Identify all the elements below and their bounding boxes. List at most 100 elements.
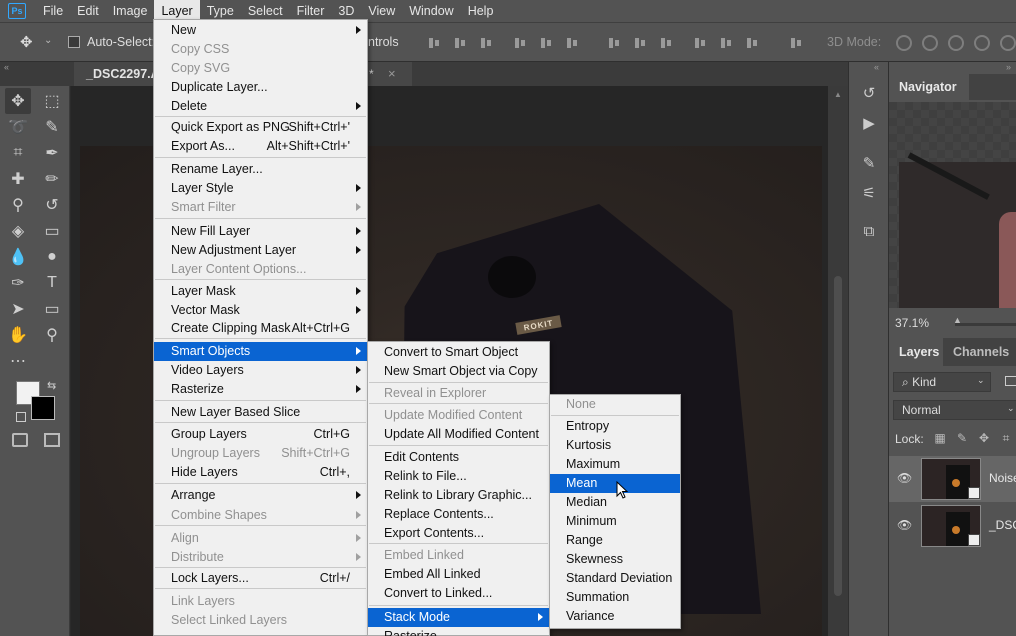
menu-item-mean[interactable]: Mean — [550, 474, 680, 493]
align-top-icon[interactable] — [427, 36, 441, 50]
3d-roll-icon[interactable] — [922, 35, 938, 51]
3d-panel-icon[interactable]: ⧉ — [859, 222, 879, 240]
scrollbar-thumb[interactable] — [834, 276, 842, 596]
menu-file[interactable]: File — [36, 0, 70, 22]
background-color-swatch[interactable] — [31, 396, 55, 420]
brush-settings-icon[interactable]: ✎ — [859, 154, 879, 172]
brush-icon[interactable]: ✏ — [39, 166, 65, 192]
adjustments-panel-icon[interactable]: ⚟ — [859, 184, 879, 202]
lock-position-icon[interactable]: ✥ — [977, 431, 991, 445]
filter-pixel-layers-icon[interactable] — [1005, 376, 1016, 386]
layer-row[interactable]: 👁 Noise — [889, 456, 1016, 502]
lock-artboard-icon[interactable]: ⌗ — [999, 431, 1013, 445]
menu-item-variance[interactable]: Variance — [550, 607, 680, 626]
menu-image[interactable]: Image — [106, 0, 155, 22]
menu-help[interactable]: Help — [461, 0, 501, 22]
3d-pan-icon[interactable] — [948, 35, 964, 51]
lock-image-pixels-icon[interactable]: ✎ — [955, 431, 969, 445]
quick-selection-icon[interactable]: ✎ — [39, 114, 65, 140]
menu-item-rasterize[interactable]: Rasterize — [368, 627, 549, 636]
screen-mode-icon[interactable] — [44, 433, 60, 447]
navigator-zoom-slider[interactable] — [955, 323, 1016, 326]
menu-item-convert-to-smart-object[interactable]: Convert to Smart Object — [368, 343, 549, 362]
clone-stamp-icon[interactable]: ⚲ — [5, 192, 31, 218]
tab-navigator[interactable]: Navigator — [889, 74, 969, 100]
visibility-eye-icon[interactable]: 👁 — [897, 471, 912, 485]
zoom-icon[interactable]: ⚲ — [39, 322, 65, 348]
menu-item-skewness[interactable]: Skewness — [550, 550, 680, 569]
lock-transparent-pixels-icon[interactable]: ▦ — [933, 431, 947, 445]
menu-item-entropy[interactable]: Entropy — [550, 417, 680, 436]
eraser-icon[interactable]: ◈ — [5, 218, 31, 244]
menu-item-new-smart-object-via-copy[interactable]: New Smart Object via Copy — [368, 362, 549, 381]
layer-name[interactable]: _DSC — [989, 518, 1016, 532]
chevron-down-icon[interactable]: ⌄ — [44, 35, 52, 46]
chevron-down-icon[interactable]: ⌄ — [1007, 403, 1015, 414]
collapse-panels-icon[interactable]: » — [1006, 62, 1011, 72]
menu-item-relink-to-file[interactable]: Relink to File... — [368, 467, 549, 486]
dodge-icon[interactable]: ● — [39, 244, 65, 270]
distribute-right-icon[interactable] — [745, 36, 759, 50]
menu-item-range[interactable]: Range — [550, 531, 680, 550]
layer-row[interactable]: 👁 _DSC — [889, 503, 1016, 549]
actions-panel-icon[interactable]: ▶ — [859, 114, 879, 132]
default-colors-icon[interactable] — [16, 412, 26, 422]
layer-name[interactable]: Noise — [989, 471, 1016, 485]
chevron-down-icon[interactable]: ⌄ — [977, 375, 985, 386]
hand-icon[interactable]: ✋ — [5, 322, 31, 348]
navigator-zoom-value[interactable]: 37.1% — [895, 316, 929, 330]
menu-item-stack-mode[interactable]: Stack Mode — [368, 608, 549, 627]
lasso-icon[interactable]: ➰ — [5, 114, 31, 140]
move-tool-icon[interactable]: ✥ — [5, 88, 31, 114]
menu-item-maximum[interactable]: Maximum — [550, 455, 680, 474]
menu-item-video-layers[interactable]: Video Layers — [154, 361, 367, 380]
align-bottom-icon[interactable] — [479, 36, 493, 50]
menu-item-quick-export-as-png[interactable]: Quick Export as PNG Shift+Ctrl+' — [154, 118, 367, 137]
3d-scale-icon[interactable] — [1000, 35, 1016, 51]
auto-align-layers-icon[interactable] — [789, 36, 803, 50]
move-tool-icon[interactable]: ✥ — [20, 35, 36, 51]
menu-item-new-adjustment-layer[interactable]: New Adjustment Layer — [154, 241, 367, 260]
crop-icon[interactable]: ⌗ — [5, 140, 31, 166]
close-tab-icon[interactable]: × — [388, 66, 396, 81]
menu-item-create-clipping-mask[interactable]: Create Clipping Mask Alt+Ctrl+G — [154, 319, 367, 338]
pen-icon[interactable]: ✑ — [5, 270, 31, 296]
type-tool-icon[interactable]: T — [39, 270, 65, 296]
menu-item-arrange[interactable]: Arrange — [154, 486, 367, 505]
tab-layers[interactable]: Layers — [889, 338, 943, 366]
menu-item-delete[interactable]: Delete — [154, 97, 367, 116]
distribute-vertical-center-icon[interactable] — [633, 36, 647, 50]
visibility-eye-icon[interactable]: 👁 — [897, 518, 912, 532]
menu-item-new-fill-layer[interactable]: New Fill Layer — [154, 222, 367, 241]
menu-item-median[interactable]: Median — [550, 493, 680, 512]
align-right-icon[interactable] — [565, 36, 579, 50]
menu-item-vector-mask[interactable]: Vector Mask — [154, 301, 367, 320]
menu-item-minimum[interactable]: Minimum — [550, 512, 680, 531]
distribute-left-icon[interactable] — [693, 36, 707, 50]
distribute-bottom-icon[interactable] — [659, 36, 673, 50]
distribute-horizontal-center-icon[interactable] — [719, 36, 733, 50]
menu-item-lock-layers[interactable]: Lock Layers... Ctrl+/ — [154, 569, 367, 588]
scroll-up-icon[interactable]: ▲ — [834, 90, 842, 99]
menu-item-rename-layer[interactable]: Rename Layer... — [154, 160, 367, 179]
menu-item-hide-layers[interactable]: Hide Layers Ctrl+, — [154, 463, 367, 482]
collapse-toolbar-icon[interactable]: « — [4, 62, 9, 72]
collapse-dock-icon[interactable]: « — [874, 62, 879, 72]
menu-item-duplicate-layer[interactable]: Duplicate Layer... — [154, 78, 367, 97]
menu-item-convert-to-linked[interactable]: Convert to Linked... — [368, 584, 549, 603]
gradient-icon[interactable]: ▭ — [39, 218, 65, 244]
menu-item-edit-contents[interactable]: Edit Contents — [368, 448, 549, 467]
history-panel-icon[interactable]: ↺ — [859, 84, 879, 102]
menu-item-layer-mask[interactable]: Layer Mask — [154, 282, 367, 301]
healing-brush-icon[interactable]: ✚ — [5, 166, 31, 192]
menu-item-new[interactable]: New — [154, 21, 367, 40]
path-selection-icon[interactable]: ➤ — [5, 296, 31, 322]
swap-colors-icon[interactable]: ⇆ — [47, 379, 56, 392]
auto-select-checkbox[interactable] — [68, 36, 80, 48]
menu-item-summation[interactable]: Summation — [550, 588, 680, 607]
menu-item-export-contents[interactable]: Export Contents... — [368, 524, 549, 543]
tab-channels[interactable]: Channels — [953, 345, 1009, 359]
navigator-preview[interactable] — [889, 102, 1016, 308]
menu-item-embed-all-linked[interactable]: Embed All Linked — [368, 565, 549, 584]
blend-mode-select[interactable]: Normal — [893, 400, 1016, 420]
